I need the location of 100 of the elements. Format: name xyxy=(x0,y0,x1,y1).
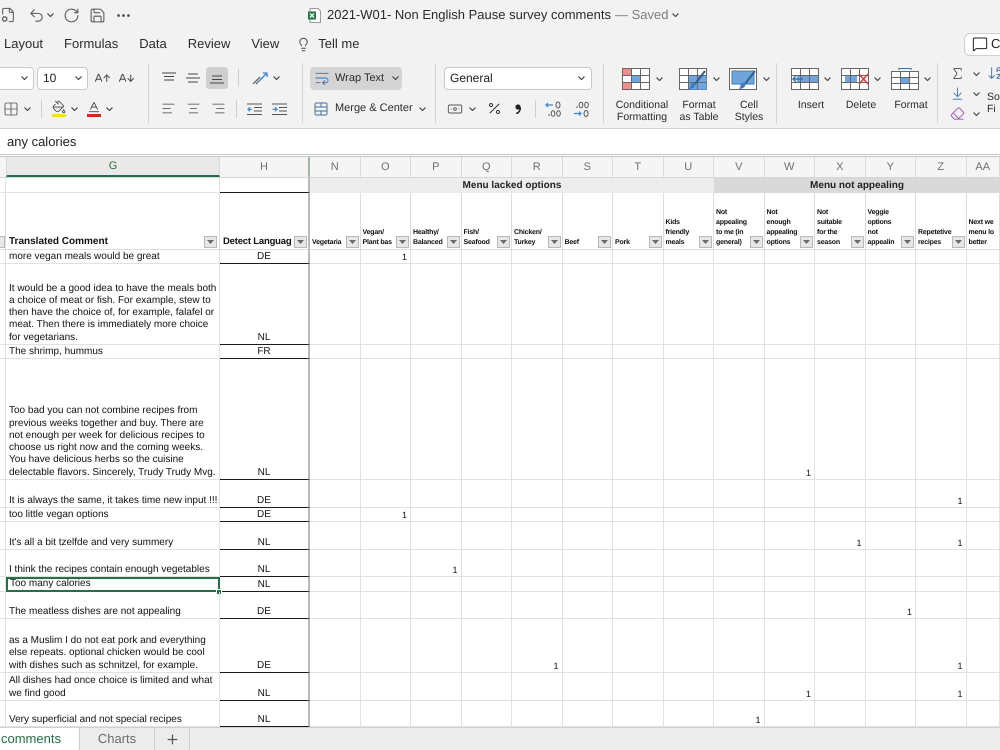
borders-icon[interactable] xyxy=(3,100,19,116)
table-cell: It is always the same, it takes time new input !!! xyxy=(6,480,220,508)
filter-button[interactable] xyxy=(699,236,712,248)
empty-cell xyxy=(966,577,1000,592)
column-letter[interactable]: O xyxy=(360,157,411,177)
ribbon-tab[interactable]: Layout xyxy=(4,34,44,54)
ribbon-button[interactable]: Delete xyxy=(838,68,884,112)
decrease-indent-icon[interactable] xyxy=(247,102,262,114)
redo-icon[interactable] xyxy=(63,6,80,24)
caret-icon xyxy=(578,76,585,80)
filter-button[interactable] xyxy=(396,236,409,248)
empty-cell xyxy=(764,550,815,577)
column-letter[interactable]: AA xyxy=(966,157,1000,177)
undo-icon[interactable] xyxy=(28,6,45,24)
increase-decimal-icon[interactable] xyxy=(545,100,563,116)
column-letter[interactable]: Y xyxy=(866,157,916,177)
fill-handle[interactable] xyxy=(216,589,222,595)
group-header: Menu not appealing xyxy=(714,178,1000,193)
number-format-select[interactable]: General xyxy=(444,66,592,90)
increase-indent-icon[interactable] xyxy=(272,102,287,114)
empty-cell xyxy=(310,522,360,550)
caret-icon xyxy=(762,77,770,81)
comma-style-icon[interactable] xyxy=(515,104,521,114)
caret-icon xyxy=(803,240,810,244)
sort-filter-button[interactable]: So Fi xyxy=(987,65,1000,115)
column-letter[interactable]: P xyxy=(411,157,462,177)
align-bottom-button[interactable] xyxy=(206,67,228,89)
column-letter[interactable]: H xyxy=(220,157,310,177)
empty-cell xyxy=(562,480,613,508)
filter-button[interactable] xyxy=(346,236,358,248)
ribbon-button[interactable]: Format as Table xyxy=(677,68,721,123)
column-letter[interactable]: U xyxy=(664,157,714,177)
table-cell: 1 xyxy=(916,619,966,673)
caret-icon xyxy=(469,106,476,110)
empty-cell xyxy=(411,345,462,359)
filter-button[interactable] xyxy=(446,236,460,248)
column-letter[interactable]: V xyxy=(714,157,764,177)
font-size-field[interactable]: 10 xyxy=(37,66,88,90)
column-letter[interactable]: X xyxy=(815,157,866,177)
filter-button[interactable] xyxy=(850,236,864,248)
filter-button[interactable] xyxy=(548,236,560,248)
eraser-icon[interactable] xyxy=(950,106,965,121)
filter-button[interactable] xyxy=(204,236,217,248)
tell-me-button[interactable]: Tell me xyxy=(296,34,360,54)
caret-icon xyxy=(652,240,658,244)
empty-cell xyxy=(916,577,966,592)
angled-text-icon[interactable] xyxy=(251,70,268,86)
sheet-tab[interactable]: comments xyxy=(0,728,80,750)
column-letter[interactable]: N xyxy=(310,157,360,177)
empty-cell xyxy=(866,522,916,550)
ribbon-button[interactable]: Conditional Formatting xyxy=(613,68,671,123)
font-color-icon[interactable] xyxy=(87,100,101,117)
table-cell: The meatless dishes are not appealing xyxy=(6,592,220,619)
empty-cell xyxy=(462,673,512,701)
column-letter[interactable]: S xyxy=(562,157,613,177)
filter-button[interactable] xyxy=(497,236,510,248)
filter-button[interactable] xyxy=(294,236,307,248)
filter-button[interactable] xyxy=(901,236,914,248)
filter-button[interactable] xyxy=(750,236,762,248)
ribbon-button[interactable]: Format xyxy=(888,68,934,112)
align-left-icon[interactable] xyxy=(161,101,176,116)
ribbon-tab[interactable]: View xyxy=(251,34,280,54)
ribbon-tab[interactable]: Review xyxy=(188,34,230,54)
empty-cell xyxy=(714,508,764,522)
column-letter[interactable]: Z xyxy=(916,157,966,177)
align-right-icon[interactable] xyxy=(211,101,226,116)
empty-cell xyxy=(310,673,360,701)
column-letter[interactable]: R xyxy=(512,157,562,177)
align-center-icon[interactable] xyxy=(186,101,201,116)
empty-cell xyxy=(360,592,411,619)
fill-color-icon[interactable] xyxy=(52,100,66,117)
empty-cell xyxy=(360,345,411,359)
column-letter[interactable]: Q xyxy=(462,157,512,177)
column-letter[interactable]: W xyxy=(764,157,815,177)
filter-button[interactable] xyxy=(598,236,611,248)
table-cell: NL xyxy=(220,550,310,577)
column-letter[interactable]: G xyxy=(6,157,220,177)
ribbon-button[interactable]: Cell Styles xyxy=(727,68,771,123)
ribbon-tab[interactable]: Data xyxy=(139,34,167,54)
sheet-tab[interactable]: Charts xyxy=(80,728,155,750)
column-letter[interactable]: T xyxy=(613,157,664,177)
decrease-decimal-icon[interactable] xyxy=(573,100,591,116)
wrap-text-button[interactable]: Wrap Text xyxy=(310,66,402,90)
empty-cell xyxy=(462,522,512,550)
ribbon-button[interactable]: Insert xyxy=(788,68,834,112)
document-gear-icon[interactable] xyxy=(0,7,16,23)
filter-button[interactable] xyxy=(800,236,813,248)
filter-button[interactable] xyxy=(952,236,964,248)
fill-down-icon[interactable] xyxy=(950,86,965,101)
font-name-field[interactable] xyxy=(0,66,34,90)
column-header: Translated Comment xyxy=(9,236,109,248)
insert-cells-icon xyxy=(791,68,819,90)
merge-center-button[interactable]: Merge & Center xyxy=(310,100,426,117)
save-icon[interactable] xyxy=(89,6,106,24)
ribbon-tab[interactable]: Formulas xyxy=(64,34,118,54)
comments-button[interactable]: C xyxy=(964,32,1000,56)
filter-button[interactable] xyxy=(648,236,662,248)
empty-cell xyxy=(411,619,462,673)
percent-icon[interactable] xyxy=(487,101,502,116)
caret-icon xyxy=(106,106,113,110)
